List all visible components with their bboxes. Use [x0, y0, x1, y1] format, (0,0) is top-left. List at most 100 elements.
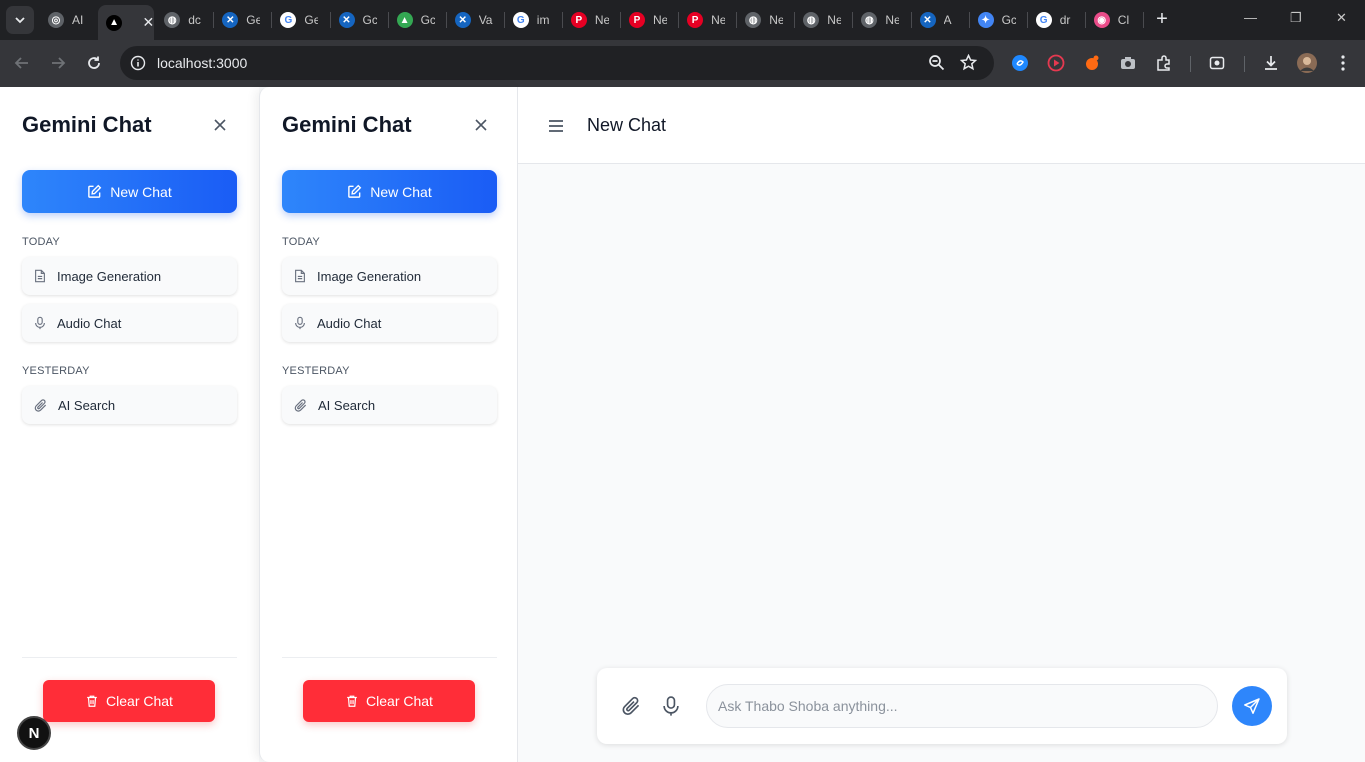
chat-item-ai-search[interactable]: AI Search — [282, 386, 497, 424]
extensions-puzzle-icon[interactable] — [1154, 53, 1174, 73]
tab-title: Ne — [827, 13, 842, 27]
minimize-button[interactable]: — — [1244, 10, 1257, 25]
send-button[interactable] — [1232, 686, 1272, 726]
browser-tab[interactable]: Gim — [505, 5, 561, 35]
chat-item-ai-search[interactable]: AI Search — [22, 386, 237, 424]
hamburger-menu-icon[interactable] — [546, 116, 566, 136]
bookmark-star-icon[interactable] — [960, 54, 977, 71]
tab-favicon-icon: G — [280, 12, 297, 28]
tab-title: Ge — [246, 13, 261, 27]
clear-chat-label: Clear Chat — [106, 693, 173, 709]
close-tab-icon[interactable]: ✕ — [142, 14, 154, 31]
orange-extension-icon[interactable] — [1082, 53, 1102, 73]
screenshot-icon[interactable] — [1207, 53, 1227, 73]
shazam-extension-icon[interactable] — [1010, 53, 1030, 73]
chat-item-label: AI Search — [318, 397, 376, 413]
browser-tab[interactable]: P Ne — [679, 5, 735, 35]
tab-title: Ge — [304, 13, 319, 27]
tab-title: Ne — [711, 13, 726, 27]
restore-button[interactable]: ❐ — [1290, 10, 1302, 26]
browser-tab[interactable]: P Ne — [621, 5, 677, 35]
tab-favicon-icon: G — [1035, 12, 1052, 28]
paperclip-icon — [294, 398, 307, 412]
chat-main-area: New Chat — [518, 87, 1365, 762]
tab-search-button[interactable] — [6, 6, 34, 34]
browser-tab[interactable]: ✕ Ge — [214, 5, 270, 35]
browser-tab[interactable]: ◍ dc — [156, 5, 212, 35]
chat-item-image-generation[interactable]: Image Generation — [282, 257, 497, 295]
sidebar-title: Gemini Chat — [22, 112, 152, 137]
chat-item-label: Image Generation — [317, 268, 422, 284]
nextjs-dev-badge[interactable]: N — [17, 716, 51, 750]
chat-item-audio-chat[interactable]: Audio Chat — [282, 304, 497, 342]
new-tab-button[interactable]: + — [1152, 9, 1172, 29]
tab-favicon-icon: ◍ — [164, 12, 181, 28]
reload-icon — [88, 56, 100, 69]
clear-chat-button[interactable]: Clear Chat — [43, 680, 215, 722]
new-chat-button[interactable]: New Chat — [22, 170, 237, 213]
browser-tab[interactable]: ◍ Ne — [853, 5, 909, 35]
toolbar-divider — [1244, 56, 1245, 72]
url-text: localhost:3000 — [157, 55, 248, 71]
tab-favicon-icon: ◍ — [803, 12, 820, 28]
site-info-icon[interactable] — [130, 55, 146, 71]
chat-item-label: Audio Chat — [57, 315, 122, 331]
tab-favicon-icon: P — [687, 12, 704, 28]
chat-item-audio-chat[interactable]: Audio Chat — [22, 304, 237, 342]
browser-tab[interactable]: ◍ Ne — [795, 5, 851, 35]
tab-favicon-icon: P — [629, 12, 645, 28]
zoom-icon[interactable] — [928, 54, 945, 71]
message-input[interactable] — [706, 684, 1218, 728]
browser-tab[interactable]: P Ne — [563, 5, 619, 35]
new-chat-label: New Chat — [110, 183, 172, 200]
back-button[interactable] — [11, 52, 33, 74]
close-sidebar-icon[interactable] — [212, 117, 228, 133]
clear-chat-button[interactable]: Clear Chat — [303, 680, 475, 722]
sidebar-title: Gemini Chat — [282, 112, 412, 137]
browser-tab[interactable]: ✕ A — [912, 5, 968, 35]
tab-title: Gc — [362, 13, 377, 27]
browser-tab[interactable]: G Ge — [272, 5, 328, 35]
browser-tab[interactable]: ✕ Va — [447, 5, 503, 35]
tab-title: Va — [478, 13, 493, 27]
tab-title: AI — [72, 13, 84, 27]
chat-title: New Chat — [587, 115, 667, 135]
tab-favicon-icon: ◍ — [745, 12, 762, 28]
document-icon — [35, 269, 45, 283]
trash-icon — [347, 695, 357, 707]
tab-title: Gc — [420, 13, 435, 27]
new-chat-button[interactable]: New Chat — [282, 170, 497, 213]
browser-tab[interactable]: ◎ AI — [40, 5, 96, 35]
browser-tab[interactable]: ▲ ✕ — [98, 5, 155, 40]
reload-button[interactable] — [83, 52, 105, 74]
forward-button[interactable] — [47, 52, 69, 74]
video-extension-icon[interactable] — [1046, 53, 1066, 73]
address-bar[interactable]: localhost:3000 — [120, 46, 994, 80]
browser-tab[interactable]: ◍ Ne — [737, 5, 793, 35]
tab-title: Gc — [1001, 13, 1016, 27]
tab-favicon-icon: ✦ — [977, 12, 994, 28]
profile-avatar[interactable] — [1297, 53, 1317, 73]
close-sidebar-icon[interactable] — [473, 117, 489, 133]
camera-extension-icon[interactable] — [1118, 53, 1138, 73]
microphone-icon[interactable] — [660, 695, 682, 717]
browser-tab[interactable]: Gdr — [1028, 5, 1084, 35]
download-icon[interactable] — [1261, 53, 1281, 73]
microphone-icon — [295, 316, 305, 330]
browser-tab[interactable]: ✦ Gc — [970, 5, 1026, 35]
attach-paperclip-icon[interactable] — [620, 695, 642, 717]
chat-item-image-generation[interactable]: Image Generation — [22, 257, 237, 295]
tab-favicon-icon: ◉ — [1093, 12, 1110, 28]
tab-title: Cl — [1117, 13, 1130, 27]
tab-title: Ne — [653, 13, 667, 27]
group-label-today: TODAY — [22, 236, 60, 248]
browser-tab[interactable]: ✕ Gc — [331, 5, 387, 35]
close-window-button[interactable]: ✕ — [1336, 10, 1347, 26]
toolbar-divider — [1190, 56, 1191, 72]
arrow-right-icon — [52, 57, 66, 69]
browser-tab[interactable]: ◉ Cl — [1086, 5, 1142, 35]
browser-tab[interactable]: ▲ Gc — [389, 5, 445, 35]
sidebar-divider — [22, 657, 237, 658]
browser-menu-icon[interactable] — [1333, 53, 1353, 73]
chevron-down-icon — [15, 17, 25, 24]
